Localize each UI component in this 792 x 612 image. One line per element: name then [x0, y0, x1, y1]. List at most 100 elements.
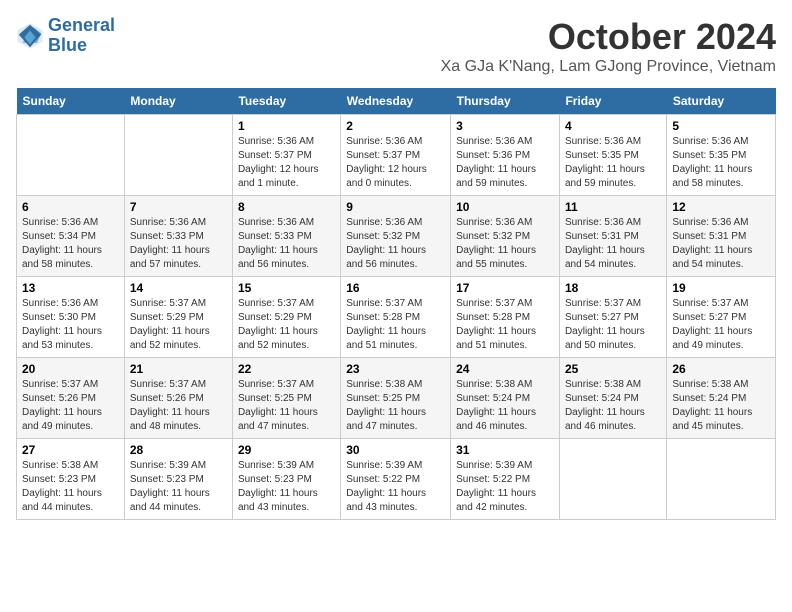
day-detail: Sunrise: 5:37 AMSunset: 5:27 PMDaylight:…: [565, 297, 661, 353]
header: General Blue October 2024 Xa GJa K'Nang,…: [16, 16, 776, 84]
day-number: 28: [130, 443, 227, 457]
day-number: 20: [22, 362, 119, 376]
sunset-text: Sunset: 5:23 PM: [238, 474, 312, 485]
sunset-text: Sunset: 5:25 PM: [346, 393, 420, 404]
table-cell: 22Sunrise: 5:37 AMSunset: 5:25 PMDayligh…: [232, 358, 340, 439]
sunrise-text: Sunrise: 5:37 AM: [565, 298, 641, 309]
day-number: 21: [130, 362, 227, 376]
sunrise-text: Sunrise: 5:36 AM: [22, 298, 98, 309]
sunset-text: Sunset: 5:32 PM: [346, 231, 420, 242]
day-detail: Sunrise: 5:37 AMSunset: 5:29 PMDaylight:…: [238, 297, 335, 353]
table-cell: 28 Sunrise: 5:39 AMSunset: 5:23 PMDayligh…: [124, 439, 232, 520]
day-number: 1: [238, 119, 335, 133]
daylight-text: Daylight: 11 hours and 45 minutes.: [672, 407, 752, 432]
sunset-text: Sunset: 5:22 PM: [346, 474, 420, 485]
week-row-1: 1Sunrise: 5:36 AMSunset: 5:37 PMDaylight…: [17, 115, 776, 196]
daylight-text: Daylight: 11 hours and 48 minutes.: [130, 407, 210, 432]
daylight-text: Daylight: 11 hours and 44 minutes.: [130, 488, 210, 513]
sunset-text: Sunset: 5:31 PM: [672, 231, 746, 242]
day-detail: Sunrise: 5:36 AMSunset: 5:36 PMDaylight:…: [456, 135, 554, 191]
table-cell: 27Sunrise: 5:38 AMSunset: 5:23 PMDayligh…: [17, 439, 125, 520]
day-number: 16: [346, 281, 445, 295]
day-detail: Sunrise: 5:38 AM Sunset: 5:24 PM Daylight:…: [456, 378, 554, 434]
day-detail: Sunrise: 5:37 AMSunset: 5:26 PMDaylight:…: [130, 378, 227, 434]
col-thursday: Thursday: [451, 88, 560, 115]
sunrise-text: Sunrise: 5:37 AM: [238, 379, 314, 390]
col-saturday: Saturday: [667, 88, 776, 115]
day-number: 12: [672, 200, 770, 214]
day-number: 22: [238, 362, 335, 376]
day-number: 4: [565, 119, 661, 133]
sunrise-text: Sunrise: 5:36 AM: [672, 136, 748, 147]
logo-icon: [16, 22, 44, 50]
table-cell: [667, 439, 776, 520]
table-cell: 8Sunrise: 5:36 AMSunset: 5:33 PMDaylight…: [232, 196, 340, 277]
day-number: 30: [346, 443, 445, 457]
table-cell: 1Sunrise: 5:36 AMSunset: 5:37 PMDaylight…: [232, 115, 340, 196]
sunrise-text: Sunrise: 5:38 AM: [22, 460, 98, 471]
day-detail: Sunrise: 5:37 AMSunset: 5:26 PMDaylight:…: [22, 378, 119, 434]
sunset-text: Sunset: 5:31 PM: [565, 231, 639, 242]
day-number: 29: [238, 443, 335, 457]
sunrise-text: Sunrise: 5:38 AM: [456, 379, 532, 390]
daylight-text: Daylight: 11 hours and 56 minutes.: [346, 245, 426, 270]
sunrise-text: Sunrise: 5:36 AM: [456, 136, 532, 147]
logo-text: General Blue: [48, 16, 115, 56]
table-cell: 13Sunrise: 5:36 AMSunset: 5:30 PMDayligh…: [17, 277, 125, 358]
day-number: 14: [130, 281, 227, 295]
day-number: 13: [22, 281, 119, 295]
sunset-text: Sunset: 5:27 PM: [672, 312, 746, 323]
sunset-text: Sunset: 5:34 PM: [22, 231, 96, 242]
col-tuesday: Tuesday: [232, 88, 340, 115]
sunset-text: Sunset: 5:23 PM: [22, 474, 96, 485]
day-number: 24: [456, 362, 554, 376]
table-cell: 20 Sunrise: 5:37 AMSunset: 5:26 PMDayligh…: [17, 358, 125, 439]
sunset-text: Sunset: 5:28 PM: [346, 312, 420, 323]
day-number: 10: [456, 200, 554, 214]
sunset-text: Sunset: 5:23 PM: [130, 474, 204, 485]
table-cell: 7Sunrise: 5:36 AMSunset: 5:33 PMDaylight…: [124, 196, 232, 277]
calendar-table: Sunday Monday Tuesday Wednesday Thursday…: [16, 88, 776, 520]
day-number: 26: [672, 362, 770, 376]
location-subtitle: Xa GJa K'Nang, Lam GJong Province, Vietn…: [441, 58, 776, 76]
col-sunday: Sunday: [17, 88, 125, 115]
daylight-text: Daylight: 11 hours and 54 minutes.: [565, 245, 645, 270]
table-cell: 23Sunrise: 5:38 AMSunset: 5:25 PMDayligh…: [341, 358, 451, 439]
day-detail: Sunrise: 5:39 AMSunset: 5:22 PMDaylight:…: [346, 459, 445, 515]
day-detail: Sunrise: 5:36 AMSunset: 5:31 PMDaylight:…: [672, 216, 770, 272]
day-detail: Sunrise: 5:36 AMSunset: 5:32 PMDaylight:…: [456, 216, 554, 272]
daylight-text: Daylight: 11 hours and 58 minutes.: [672, 164, 752, 189]
sunset-text: Sunset: 5:33 PM: [130, 231, 204, 242]
day-detail: Sunrise: 5:36 AMSunset: 5:34 PMDaylight:…: [22, 216, 119, 272]
sunset-text: Sunset: 5:29 PM: [238, 312, 312, 323]
sunrise-text: Sunrise: 5:36 AM: [456, 217, 532, 228]
table-cell: 18Sunrise: 5:37 AMSunset: 5:27 PMDayligh…: [559, 277, 666, 358]
day-detail: Sunrise: 5:39 AMSunset: 5:22 PMDaylight:…: [456, 459, 554, 515]
sunset-text: Sunset: 5:35 PM: [672, 150, 746, 161]
daylight-text: Daylight: 11 hours and 51 minutes.: [456, 326, 536, 351]
day-number: 3: [456, 119, 554, 133]
day-number: 5: [672, 119, 770, 133]
sunset-text: Sunset: 5:24 PM: [456, 393, 530, 404]
day-detail: Sunrise: 5:39 AMSunset: 5:23 PMDaylight:…: [130, 459, 227, 515]
day-detail: Sunrise: 5:38 AMSunset: 5:24 PMDaylight:…: [672, 378, 770, 434]
table-cell: 3 Sunrise: 5:36 AMSunset: 5:36 PMDaylight…: [451, 115, 560, 196]
daylight-text: Daylight: 11 hours and 42 minutes.: [456, 488, 536, 513]
table-cell: 4 Sunrise: 5:36 AMSunset: 5:35 PMDaylight…: [559, 115, 666, 196]
day-number: 11: [565, 200, 661, 214]
daylight-text: Daylight: 12 hours and 0 minutes.: [346, 164, 427, 189]
daylight-text: Daylight: 11 hours and 51 minutes.: [346, 326, 426, 351]
sunrise-text: Sunrise: 5:36 AM: [130, 217, 206, 228]
table-cell: 17Sunrise: 5:37 AMSunset: 5:28 PMDayligh…: [451, 277, 560, 358]
day-detail: Sunrise: 5:38 AMSunset: 5:23 PMDaylight:…: [22, 459, 119, 515]
sunset-text: Sunset: 5:26 PM: [22, 393, 96, 404]
daylight-text: Daylight: 11 hours and 59 minutes.: [456, 164, 536, 189]
table-cell: 10Sunrise: 5:36 AMSunset: 5:32 PMDayligh…: [451, 196, 560, 277]
day-detail: Sunrise: 5:36 AMSunset: 5:35 PMDaylight:…: [565, 135, 661, 191]
sunset-text: Sunset: 5:32 PM: [456, 231, 530, 242]
daylight-text: Daylight: 11 hours and 52 minutes.: [238, 326, 318, 351]
daylight-text: Daylight: 11 hours and 46 minutes.: [456, 407, 536, 432]
col-wednesday: Wednesday: [341, 88, 451, 115]
day-number: 25: [565, 362, 661, 376]
sunrise-text: Sunrise: 5:36 AM: [346, 217, 422, 228]
